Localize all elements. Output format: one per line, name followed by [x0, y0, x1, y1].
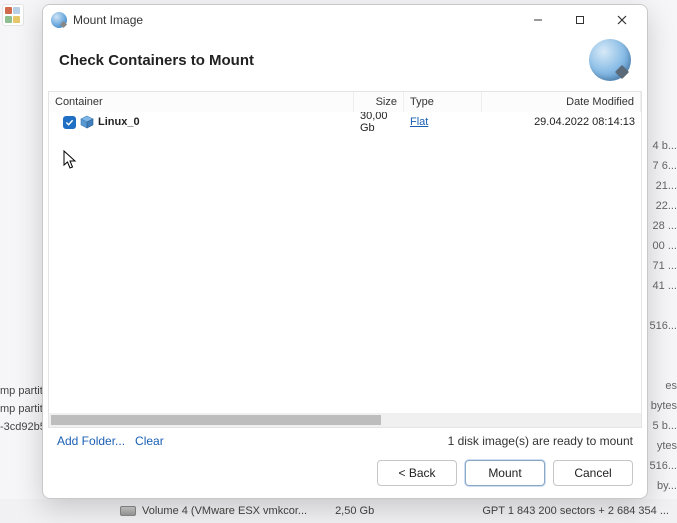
mount-button[interactable]: Mount	[465, 460, 545, 486]
magnifier-icon	[589, 39, 631, 81]
volume-info: GPT 1 843 200 sectors + 2 684 354 ...	[482, 505, 669, 517]
parent-statusbar: Volume 4 (VMware ESX vmkcor... 2,50 Gb G…	[0, 499, 677, 523]
volume-size: 2,50 Gb	[335, 505, 374, 517]
window-close-button[interactable]	[601, 6, 643, 34]
column-date[interactable]: Date Modified	[482, 92, 641, 112]
clear-link[interactable]: Clear	[135, 434, 164, 448]
cancel-button[interactable]: Cancel	[553, 460, 633, 486]
row-name: Linux_0	[98, 116, 140, 128]
page-heading: Check Containers to Mount	[59, 52, 254, 69]
parent-toolbar-icon	[2, 4, 24, 26]
parent-right-list: 4 b...7 6...21...22...28 ...00 ...71 ...…	[647, 136, 677, 523]
app-icon	[51, 12, 67, 28]
parent-left-list: mp partiticmp partitic-3cd92b5c	[0, 382, 40, 436]
window-maximize-button[interactable]	[559, 6, 601, 34]
cursor-icon	[63, 150, 77, 170]
container-icon	[80, 115, 94, 129]
back-button[interactable]: < Back	[377, 460, 457, 486]
scrollbar-thumb[interactable]	[51, 415, 381, 425]
row-type-link[interactable]: Flat	[410, 116, 428, 128]
volume-icon	[120, 506, 136, 516]
horizontal-scrollbar[interactable]	[49, 413, 641, 427]
column-size[interactable]: Size	[354, 92, 404, 112]
titlebar[interactable]: Mount Image	[43, 5, 647, 35]
list-header: Container Size Type Date Modified	[49, 92, 641, 112]
status-text: 1 disk image(s) are ready to mount	[448, 434, 633, 448]
window-title: Mount Image	[73, 13, 143, 27]
window-minimize-button[interactable]	[517, 6, 559, 34]
row-size: 30,00 Gb	[354, 112, 404, 134]
mount-image-dialog: Mount Image Check Containers to Mount Co…	[42, 4, 648, 499]
row-checkbox[interactable]	[63, 116, 76, 129]
column-container[interactable]: Container	[49, 92, 354, 112]
list-body: Linux_0 30,00 Gb Flat 29.04.2022 08:14:1…	[49, 112, 641, 413]
container-list: Container Size Type Date Modified	[48, 91, 642, 428]
row-date: 29.04.2022 08:14:13	[482, 116, 641, 128]
table-row[interactable]: Linux_0 30,00 Gb Flat 29.04.2022 08:14:1…	[49, 112, 641, 132]
volume-label: Volume 4 (VMware ESX vmkcor...	[142, 505, 307, 517]
column-type[interactable]: Type	[404, 92, 482, 112]
add-folder-link[interactable]: Add Folder...	[57, 434, 125, 448]
